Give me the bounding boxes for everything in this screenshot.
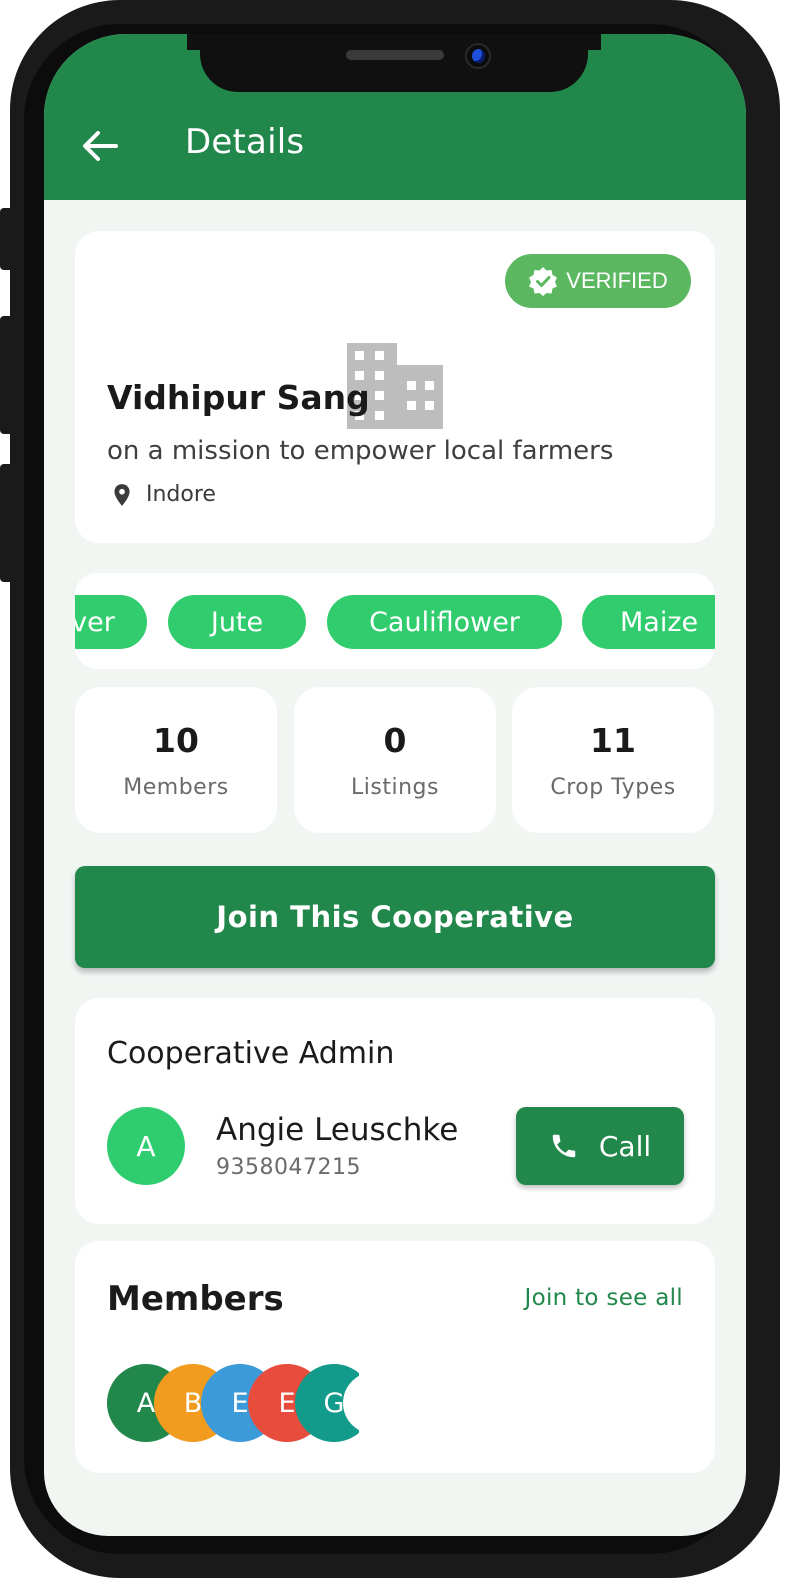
cooperative-info-card: VERIFIED Vidhipur Sang on a mission to e… — [75, 231, 715, 543]
crop-chip[interactable]: Maize — [582, 595, 715, 649]
admin-phone: 9358047215 — [216, 1155, 361, 1180]
stat-label: Members — [123, 775, 229, 800]
member-avatars[interactable]: A B E E G — [107, 1364, 359, 1442]
admin-avatar: A — [107, 1107, 185, 1185]
crop-chip[interactable]: Cauliflower — [327, 595, 562, 649]
stat-value: 11 — [590, 721, 636, 760]
admin-section-title: Cooperative Admin — [107, 1036, 395, 1071]
page-title: Details — [185, 122, 305, 162]
crop-chips-scroller[interactable]: ver Jute Cauliflower Maize — [75, 573, 715, 669]
crop-chip[interactable]: ver — [75, 595, 147, 649]
members-card: Members Join to see all A B E E G — [75, 1241, 715, 1473]
stat-value: 10 — [153, 721, 199, 760]
verified-icon — [529, 267, 558, 296]
stat-crop-types: 11 Crop Types — [512, 687, 714, 833]
join-cooperative-button[interactable]: Join This Cooperative — [75, 866, 715, 968]
stat-label: Crop Types — [550, 775, 676, 800]
call-button[interactable]: Call — [516, 1107, 684, 1185]
stat-members: 10 Members — [75, 687, 277, 833]
phone-notch — [200, 34, 588, 92]
cooperative-admin-card: Cooperative Admin A Angie Leuschke 93580… — [75, 998, 715, 1224]
members-section-title: Members — [107, 1279, 284, 1319]
cooperative-location: Indore — [146, 482, 216, 507]
app-screen: Details VERIFIED Vidhipur Sang on a miss — [44, 34, 746, 1536]
call-label: Call — [598, 1129, 652, 1163]
arrow-left-icon — [83, 131, 118, 161]
location-pin-icon — [114, 484, 130, 506]
cooperative-tagline: on a mission to empower local farmers — [107, 436, 614, 466]
back-button[interactable] — [80, 126, 120, 166]
admin-name: Angie Leuschke — [216, 1112, 459, 1148]
stat-label: Listings — [351, 775, 439, 800]
front-camera-icon — [465, 43, 491, 69]
crop-chip[interactable]: Jute — [168, 595, 306, 649]
join-to-see-all-link[interactable]: Join to see all — [524, 1285, 683, 1311]
speaker-grille — [346, 50, 444, 60]
cooperative-name: Vidhipur Sang — [107, 378, 370, 417]
stat-value: 0 — [383, 721, 407, 760]
phone-icon — [552, 1134, 576, 1158]
verified-badge: VERIFIED — [505, 254, 691, 308]
stat-listings: 0 Listings — [294, 687, 496, 833]
verified-label: VERIFIED — [566, 268, 668, 293]
